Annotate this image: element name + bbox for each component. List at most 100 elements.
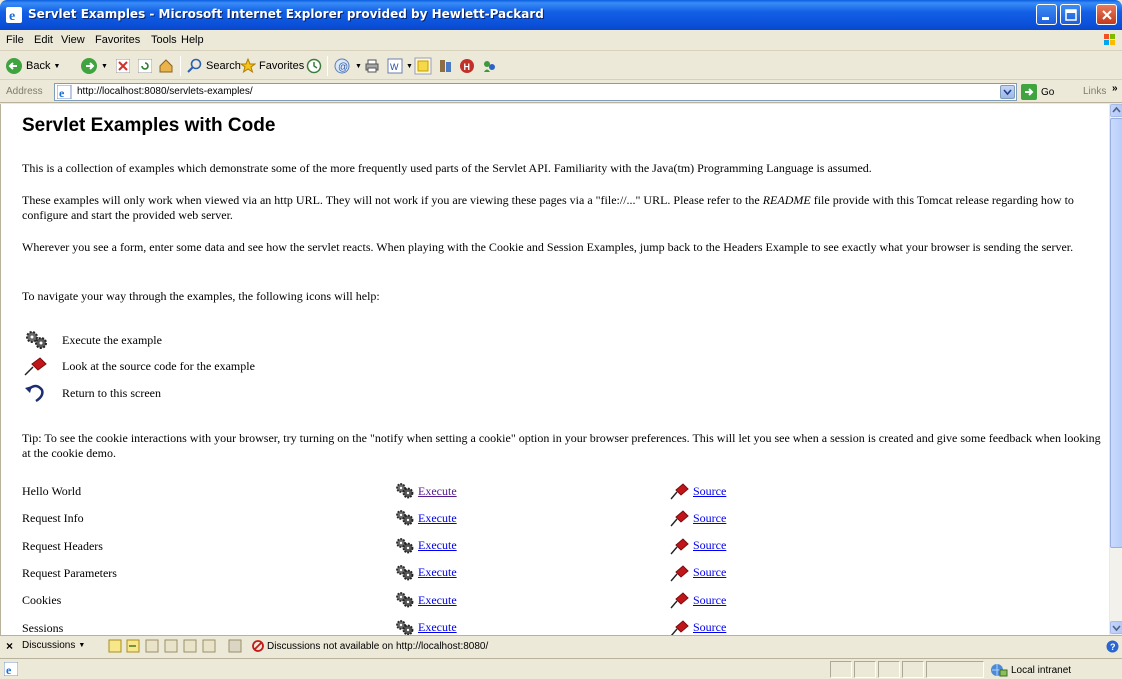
execute-link[interactable]: Execute bbox=[394, 482, 457, 500]
discussion-reply-icon[interactable] bbox=[126, 639, 140, 653]
discussions-status-text: Discussions not available on http://loca… bbox=[267, 640, 489, 652]
source-link-text[interactable]: Source bbox=[693, 565, 726, 580]
refresh-button[interactable] bbox=[138, 56, 152, 76]
status-pane-1 bbox=[830, 661, 852, 678]
execute-link[interactable]: Execute bbox=[394, 564, 457, 582]
svg-text:?: ? bbox=[1110, 642, 1116, 652]
scroll-up-button[interactable] bbox=[1110, 104, 1122, 117]
address-input[interactable]: e http://localhost:8080/servlets-example… bbox=[54, 83, 1017, 101]
menu-favorites[interactable]: Favorites bbox=[95, 34, 140, 46]
security-zone[interactable]: Local intranet bbox=[990, 663, 1071, 677]
source-link-text[interactable]: Source bbox=[693, 620, 726, 635]
address-url: http://localhost:8080/servlets-examples/ bbox=[77, 86, 253, 97]
source-link-text[interactable]: Source bbox=[693, 511, 726, 526]
scroll-thumb[interactable] bbox=[1110, 118, 1122, 548]
forward-dropdown-icon[interactable]: ▼ bbox=[101, 63, 108, 70]
source-link[interactable]: Source bbox=[669, 619, 726, 635]
gears-icon bbox=[396, 483, 414, 499]
source-link[interactable]: Source bbox=[669, 591, 726, 609]
menu-view[interactable]: View bbox=[61, 34, 85, 46]
stop-button[interactable] bbox=[116, 56, 130, 76]
printer-icon bbox=[365, 59, 379, 73]
execute-link[interactable]: Execute bbox=[394, 537, 457, 555]
links-chevron-icon[interactable]: » bbox=[1112, 83, 1118, 94]
execute-link-text[interactable]: Execute bbox=[418, 511, 457, 526]
discussions-close-icon[interactable]: × bbox=[6, 639, 13, 653]
svg-text:e: e bbox=[59, 86, 65, 99]
example-row: Request Headers Execute Source bbox=[22, 537, 1102, 557]
discussion-expand-icon[interactable] bbox=[145, 639, 159, 653]
execute-link-text[interactable]: Execute bbox=[418, 593, 457, 608]
security-zone-label: Local intranet bbox=[1011, 664, 1072, 676]
source-link[interactable]: Source bbox=[669, 482, 726, 500]
discussion-new-icon[interactable] bbox=[108, 639, 122, 653]
scroll-down-button[interactable] bbox=[1110, 621, 1122, 634]
execute-link-text[interactable]: Execute bbox=[418, 484, 457, 499]
go-button[interactable]: Go bbox=[1021, 84, 1054, 100]
history-button[interactable] bbox=[306, 56, 322, 76]
mail-dropdown-icon[interactable]: ▼ bbox=[355, 63, 362, 70]
help-icon[interactable]: ? bbox=[1106, 640, 1119, 653]
svg-text:@: @ bbox=[338, 62, 348, 73]
mail-icon: @ bbox=[334, 58, 350, 74]
execute-link-text[interactable]: Execute bbox=[418, 538, 457, 553]
history-icon bbox=[306, 58, 322, 74]
search-button[interactable]: Search bbox=[187, 56, 241, 76]
edit-dropdown-icon[interactable]: ▼ bbox=[406, 63, 413, 70]
execute-link-text[interactable]: Execute bbox=[418, 565, 457, 580]
source-link-text[interactable]: Source bbox=[693, 538, 726, 553]
menu-tools[interactable]: Tools bbox=[151, 34, 177, 46]
status-pane-5 bbox=[926, 661, 984, 678]
pushpin-icon bbox=[670, 483, 689, 500]
favorites-button[interactable]: Favorites bbox=[240, 56, 304, 76]
source-link[interactable]: Source bbox=[669, 564, 726, 582]
address-dropdown-button[interactable] bbox=[1000, 85, 1015, 99]
source-link[interactable]: Source bbox=[669, 537, 726, 555]
execute-link-text[interactable]: Execute bbox=[418, 620, 457, 635]
mail-button[interactable]: @ ▼ bbox=[334, 56, 362, 76]
source-link[interactable]: Source bbox=[669, 509, 726, 527]
refresh-icon bbox=[138, 59, 152, 73]
messenger-button[interactable]: H bbox=[459, 56, 475, 76]
print-button[interactable] bbox=[364, 56, 380, 76]
execute-link[interactable]: Execute bbox=[394, 591, 457, 609]
discuss-button[interactable] bbox=[414, 56, 432, 76]
menu-file[interactable]: File bbox=[6, 34, 24, 46]
vertical-scrollbar[interactable] bbox=[1109, 104, 1122, 635]
home-button[interactable] bbox=[158, 56, 174, 76]
minimize-button[interactable] bbox=[1036, 4, 1057, 25]
source-link-text[interactable]: Source bbox=[693, 593, 726, 608]
discussions-menu[interactable]: Discussions ▼ bbox=[22, 640, 85, 651]
gears-icon bbox=[396, 510, 414, 526]
back-dropdown-icon[interactable]: ▼ bbox=[53, 63, 60, 70]
toolbar: Back ▼ ▼ Search Favorites @ ▼ W ▼ H bbox=[0, 52, 1122, 80]
gears-icon bbox=[26, 331, 47, 349]
discussion-prev-icon[interactable] bbox=[183, 639, 197, 653]
page-heading: Servlet Examples with Code bbox=[22, 115, 276, 136]
word-icon: W bbox=[387, 58, 403, 74]
title-bar[interactable]: e Servlet Examples - Microsoft Internet … bbox=[0, 0, 1122, 30]
discussion-subscribe-icon[interactable] bbox=[228, 639, 242, 653]
maximize-icon bbox=[1065, 9, 1077, 21]
links-toolbar[interactable]: Links bbox=[1083, 86, 1106, 97]
discussion-collapse-icon[interactable] bbox=[164, 639, 178, 653]
execute-link[interactable]: Execute bbox=[394, 509, 457, 527]
hp-icon: H bbox=[460, 59, 474, 73]
discussion-next-icon[interactable] bbox=[202, 639, 216, 653]
pushpin-icon bbox=[670, 510, 689, 527]
source-link-text[interactable]: Source bbox=[693, 484, 726, 499]
edit-button[interactable]: W ▼ bbox=[387, 56, 413, 76]
close-button[interactable] bbox=[1096, 4, 1117, 25]
menu-help[interactable]: Help bbox=[181, 34, 204, 46]
menu-edit[interactable]: Edit bbox=[34, 34, 53, 46]
search-icon bbox=[187, 58, 202, 73]
execute-link[interactable]: Execute bbox=[394, 619, 457, 636]
tip-paragraph: Tip: To see the cookie interactions with… bbox=[22, 431, 1101, 460]
messenger-extra-button[interactable] bbox=[481, 56, 497, 76]
research-button[interactable] bbox=[438, 56, 454, 76]
chevron-up-icon bbox=[1112, 106, 1121, 113]
forward-button[interactable]: ▼ bbox=[80, 56, 108, 76]
back-button[interactable]: Back ▼ bbox=[5, 56, 60, 76]
maximize-button[interactable] bbox=[1060, 4, 1081, 25]
example-row: Hello World Execute Source bbox=[22, 482, 1102, 502]
